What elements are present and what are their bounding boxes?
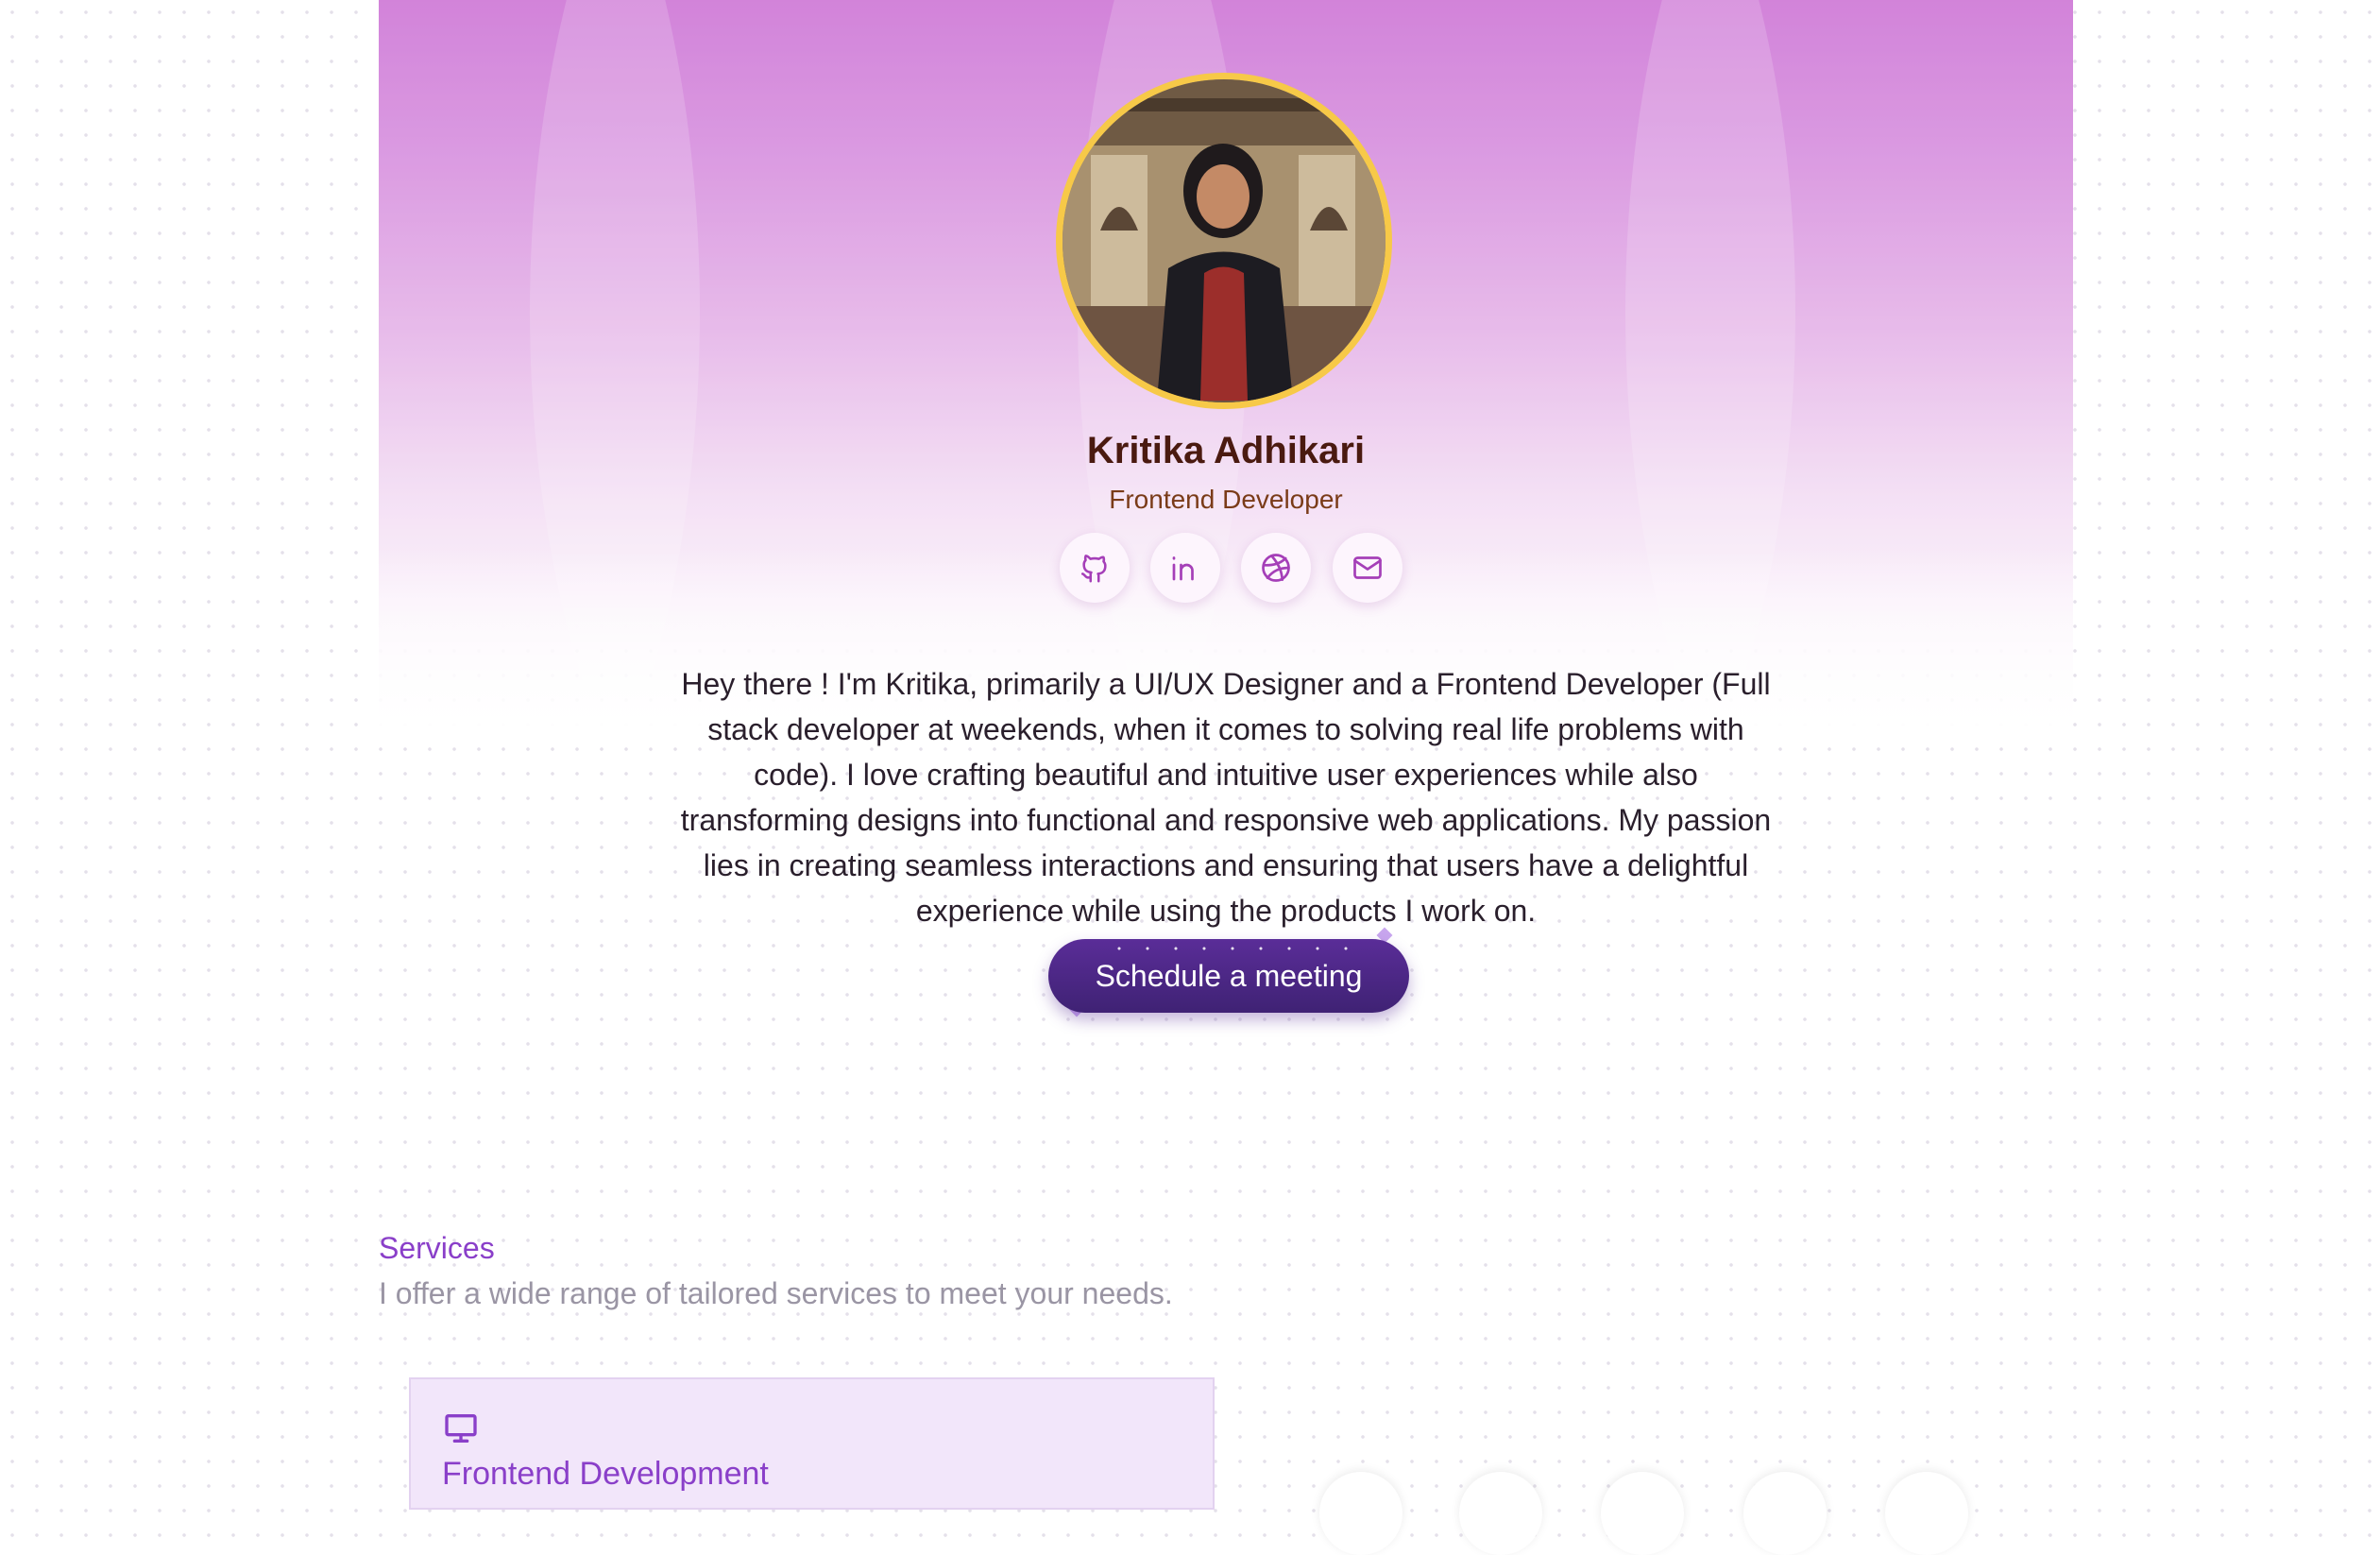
services-subtitle: I offer a wide range of tailored service…: [379, 1276, 1173, 1310]
profile-bio: Hey there ! I'm Kritika, primarily a UI/…: [680, 667, 1772, 928]
tech-badge: [1885, 1472, 1968, 1555]
service-card-title: Frontend Development: [442, 1456, 769, 1492]
profile-avatar: [1056, 73, 1392, 409]
linkedin-icon: [1172, 556, 1194, 581]
github-icon: [1080, 555, 1107, 583]
profile-role: Frontend Developer: [1109, 485, 1343, 514]
schedule-meeting-button[interactable]: Schedule a meeting: [1048, 939, 1409, 1013]
service-card-frontend[interactable]: Frontend Development: [409, 1377, 1215, 1510]
tech-badge: [1601, 1472, 1684, 1555]
email-link[interactable]: [1333, 533, 1402, 603]
tech-badge: [1319, 1472, 1402, 1555]
dribbble-link[interactable]: [1241, 533, 1311, 603]
tech-badge: [1459, 1472, 1542, 1555]
dribbble-icon: [1262, 554, 1290, 582]
services-heading: Services: [379, 1231, 495, 1265]
mail-icon: [1353, 556, 1382, 579]
monitor-icon: [445, 1414, 477, 1443]
profile-photo: [1062, 79, 1386, 402]
tech-badge: [1743, 1472, 1827, 1555]
profile-name: Kritika Adhikari: [1086, 430, 1366, 471]
github-link[interactable]: [1060, 533, 1130, 603]
linkedin-link[interactable]: [1150, 533, 1220, 603]
schedule-meeting-label: Schedule a meeting: [1095, 958, 1363, 993]
